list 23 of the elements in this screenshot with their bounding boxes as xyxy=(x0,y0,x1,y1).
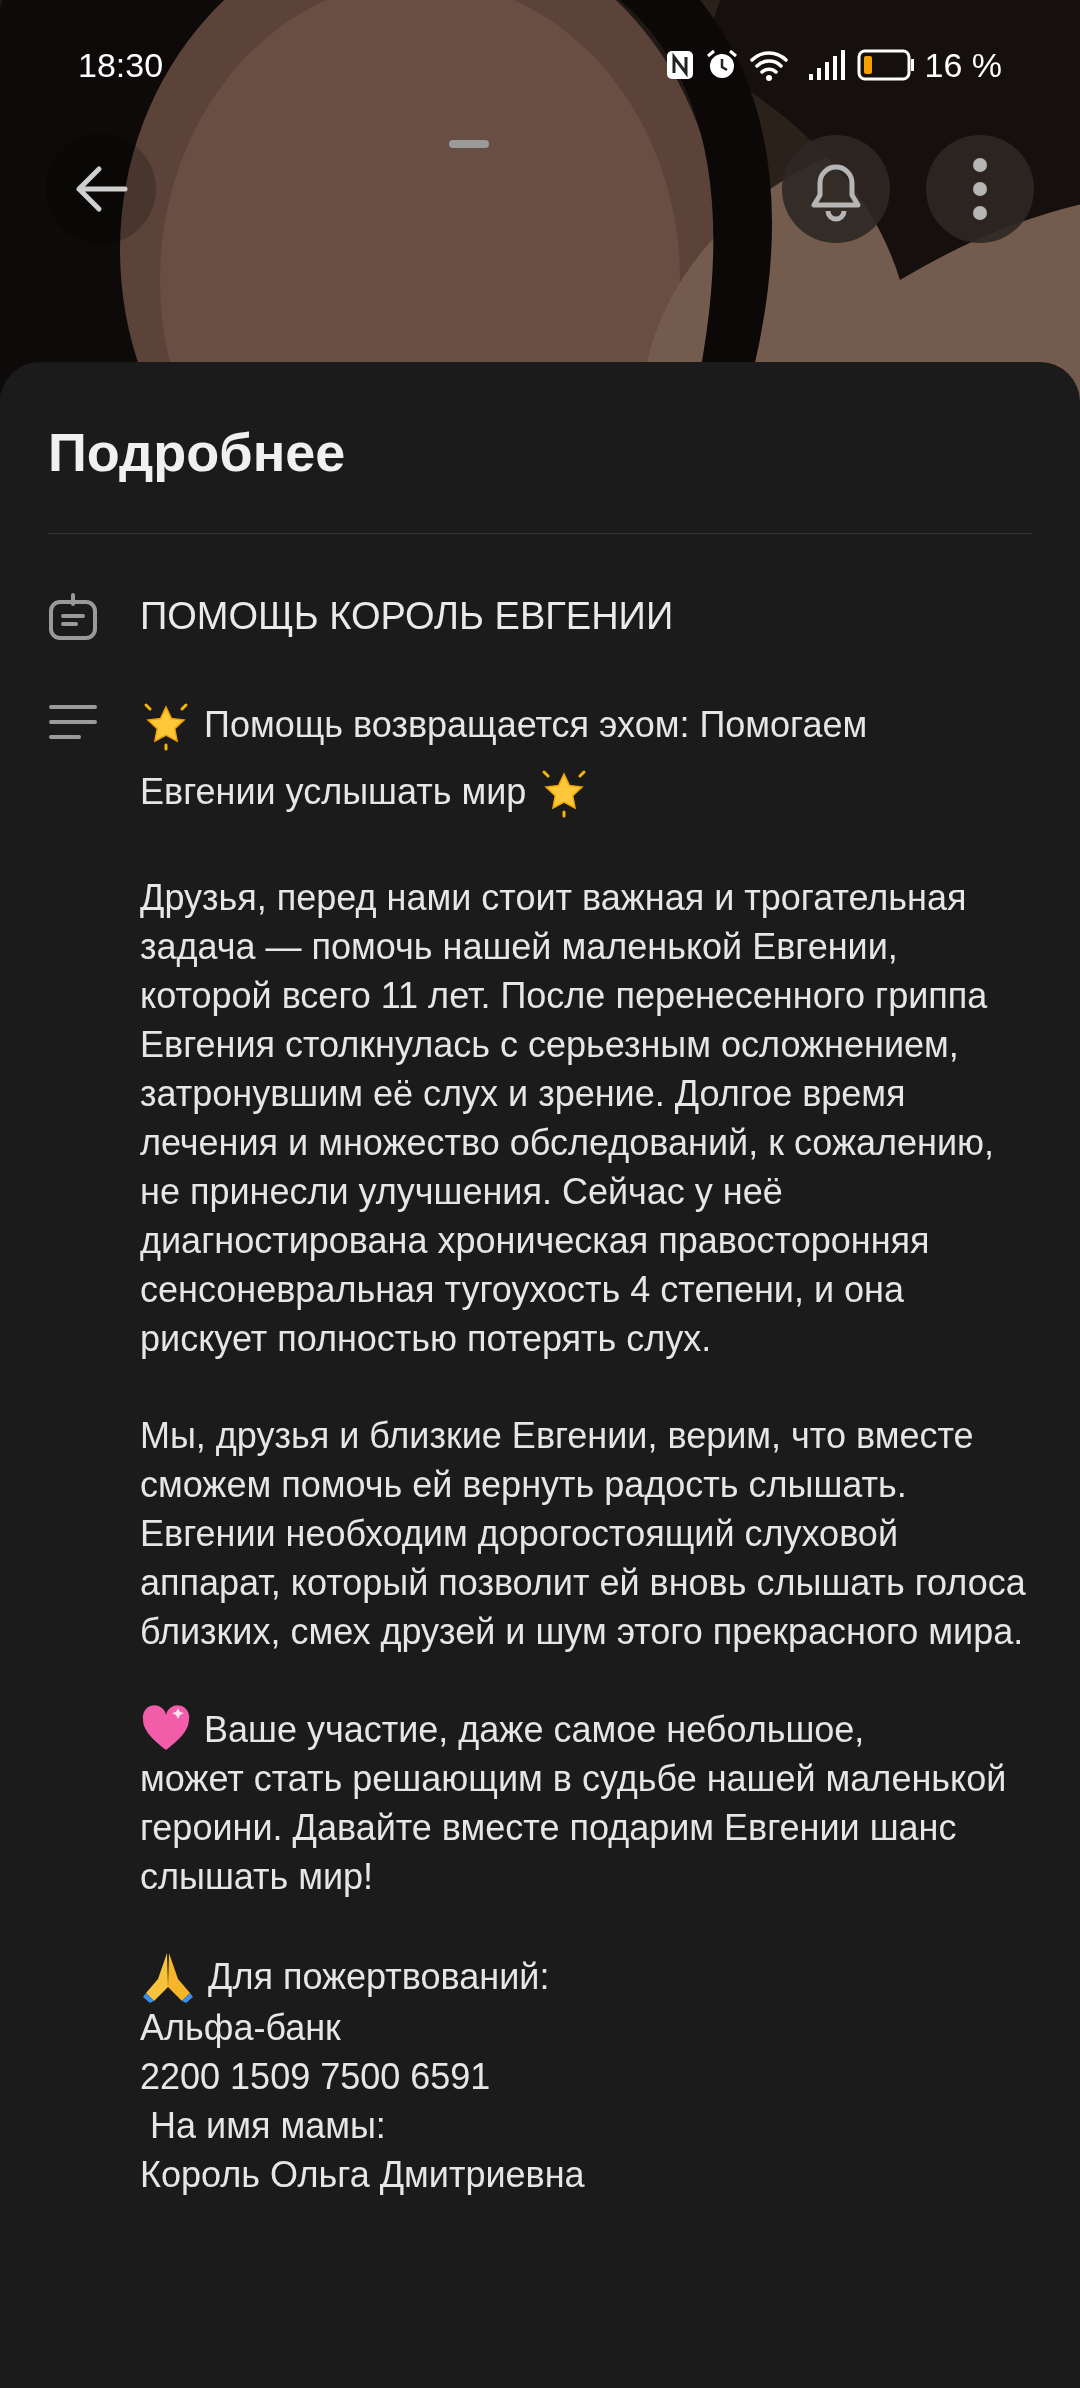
sheet-title: Подробнее xyxy=(48,421,347,484)
description-text: Друзья, перед нами стоит важная и трогательная задача — помочь нашей маленькой Евгении, которой всего 11 лет. После перенесенного гриппа Евгения столкнулась с серьезным осложнением, затронувшим её слух и зрение. Долгое время лечения и множество обследований, к сожалению, не принесли улучшения. Сейчас у неё диагностирована хроническая правосторонняя сенсоневральная тугоухость 4 степени, и она рискует полностью потерять слух. xyxy=(140,877,995,1359)
description-text: Ваше участие, даже самое небольшое, xyxy=(204,1707,865,1752)
donation-line: Альфа-банк xyxy=(140,2006,342,2050)
description-text: Для пожертвований: xyxy=(208,1954,550,1999)
description-text: может стать решающим в судьбе нашей маленькой героини. Давайте вместе подарим Евгении шанс слышать мир! xyxy=(140,1758,1007,1897)
battery-icon xyxy=(856,49,915,81)
donation-line: На имя мамы: xyxy=(149,2104,387,2148)
battery-percent: 16 % xyxy=(924,44,1002,86)
nfc-icon xyxy=(664,49,695,81)
drag-handle xyxy=(449,140,489,148)
status-time: 18:30 xyxy=(78,44,164,86)
signal-icon xyxy=(806,48,847,82)
campaign-name: ПОМОЩЬ КОРОЛЬ ЕВГЕНИИ xyxy=(140,594,674,639)
description-text: Евгении услышать мир xyxy=(140,770,527,814)
more-icon xyxy=(972,157,988,221)
donation-line: 2200 1509 7500 6591 xyxy=(140,2055,492,2099)
wifi-icon xyxy=(748,48,789,82)
description-icon xyxy=(48,703,98,741)
description-text: Помощь возвращается эхом: Помогаем xyxy=(204,703,868,747)
donation-line: Король Ольга Дмитриевна xyxy=(140,2153,586,2197)
description-text: Мы, друзья и близкие Евгении, верим, что вместе сможем помочь ей вернуть радость слышать. Евгении необходим дорогостоящий слуховой аппарат, который позволит ей вновь слышать голоса близких, смех друзей и шум этого прекрасного мира. xyxy=(140,1415,1026,1652)
badge-icon xyxy=(48,591,98,642)
